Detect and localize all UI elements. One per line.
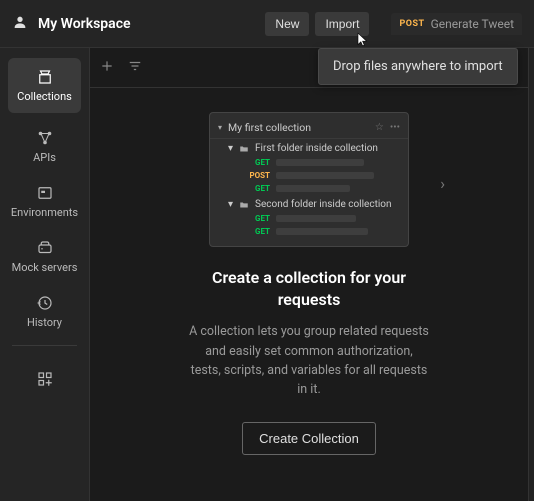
method-get: GET — [244, 158, 270, 167]
import-tooltip: Drop files anywhere to import — [318, 48, 518, 85]
new-button[interactable]: New — [265, 12, 309, 36]
mock-servers-icon — [36, 239, 54, 257]
empty-description: A collection lets you group related requ… — [189, 322, 429, 400]
request-placeholder — [276, 172, 374, 179]
tab-label: Generate Tweet — [431, 17, 514, 31]
collection-illustration: ▾ My first collection ☆ ••• ▾ First fold… — [209, 112, 409, 247]
request-placeholder — [276, 215, 356, 222]
method-get: GET — [244, 214, 270, 223]
top-header: My Workspace New Import POST Generate Tw… — [0, 0, 534, 48]
sidebar: Collections APIs Environments Mock serve… — [0, 48, 90, 501]
sidebar-item-label: History — [27, 316, 62, 329]
folder-label: First folder inside collection — [255, 143, 378, 154]
more-icon: ••• — [390, 122, 400, 133]
workspace-title[interactable]: My Workspace — [38, 16, 131, 32]
sidebar-item-collections[interactable]: Collections — [8, 58, 81, 113]
empty-heading: Create a collection for your requests — [189, 267, 429, 310]
illus-folder: ▾ First folder inside collection — [210, 139, 408, 156]
method-post: POST — [244, 171, 270, 180]
chevron-down-icon: ▾ — [228, 143, 233, 154]
sidebar-item-label: Collections — [17, 90, 72, 103]
grid-plus-icon — [36, 370, 54, 388]
tab-generate-tweet[interactable]: POST Generate Tweet — [391, 13, 522, 35]
sidebar-item-label: Environments — [11, 206, 78, 219]
request-placeholder — [276, 228, 368, 235]
sidebar-item-more[interactable] — [0, 360, 89, 398]
request-placeholder — [276, 185, 350, 192]
sidebar-item-label: Mock servers — [12, 261, 78, 274]
tab-strip: POST Generate Tweet — [391, 13, 522, 35]
illus-folder: ▾ Second folder inside collection — [210, 195, 408, 212]
create-collection-button[interactable]: Create Collection — [242, 422, 376, 455]
user-icon[interactable] — [12, 14, 28, 34]
folder-label: Second folder inside collection — [255, 199, 391, 210]
add-button[interactable] — [100, 58, 114, 77]
right-pane-edge[interactable] — [528, 48, 534, 501]
method-get: GET — [244, 227, 270, 236]
history-icon — [36, 294, 54, 312]
sidebar-item-label: APIs — [33, 151, 56, 164]
illus-title: My first collection — [228, 121, 369, 134]
environments-icon — [36, 184, 54, 202]
chevron-down-icon: ▾ — [228, 199, 233, 210]
method-get: GET — [244, 184, 270, 193]
method-badge: POST — [399, 19, 424, 29]
request-placeholder — [276, 159, 364, 166]
import-button[interactable]: Import — [315, 12, 369, 36]
sidebar-item-environments[interactable]: Environments — [0, 174, 89, 229]
empty-state: ▾ My first collection ☆ ••• ▾ First fold… — [90, 88, 528, 501]
folder-icon — [239, 144, 249, 154]
star-icon: ☆ — [375, 122, 384, 133]
apis-icon — [36, 129, 54, 147]
folder-icon — [239, 200, 249, 210]
sidebar-item-apis[interactable]: APIs — [0, 119, 89, 174]
chevron-down-icon: ▾ — [218, 123, 222, 132]
sidebar-item-history[interactable]: History — [0, 284, 89, 339]
filter-button[interactable] — [128, 58, 142, 77]
chevron-right-icon[interactable]: › — [440, 174, 445, 193]
sidebar-item-mock-servers[interactable]: Mock servers — [0, 229, 89, 284]
collections-icon — [36, 68, 54, 86]
